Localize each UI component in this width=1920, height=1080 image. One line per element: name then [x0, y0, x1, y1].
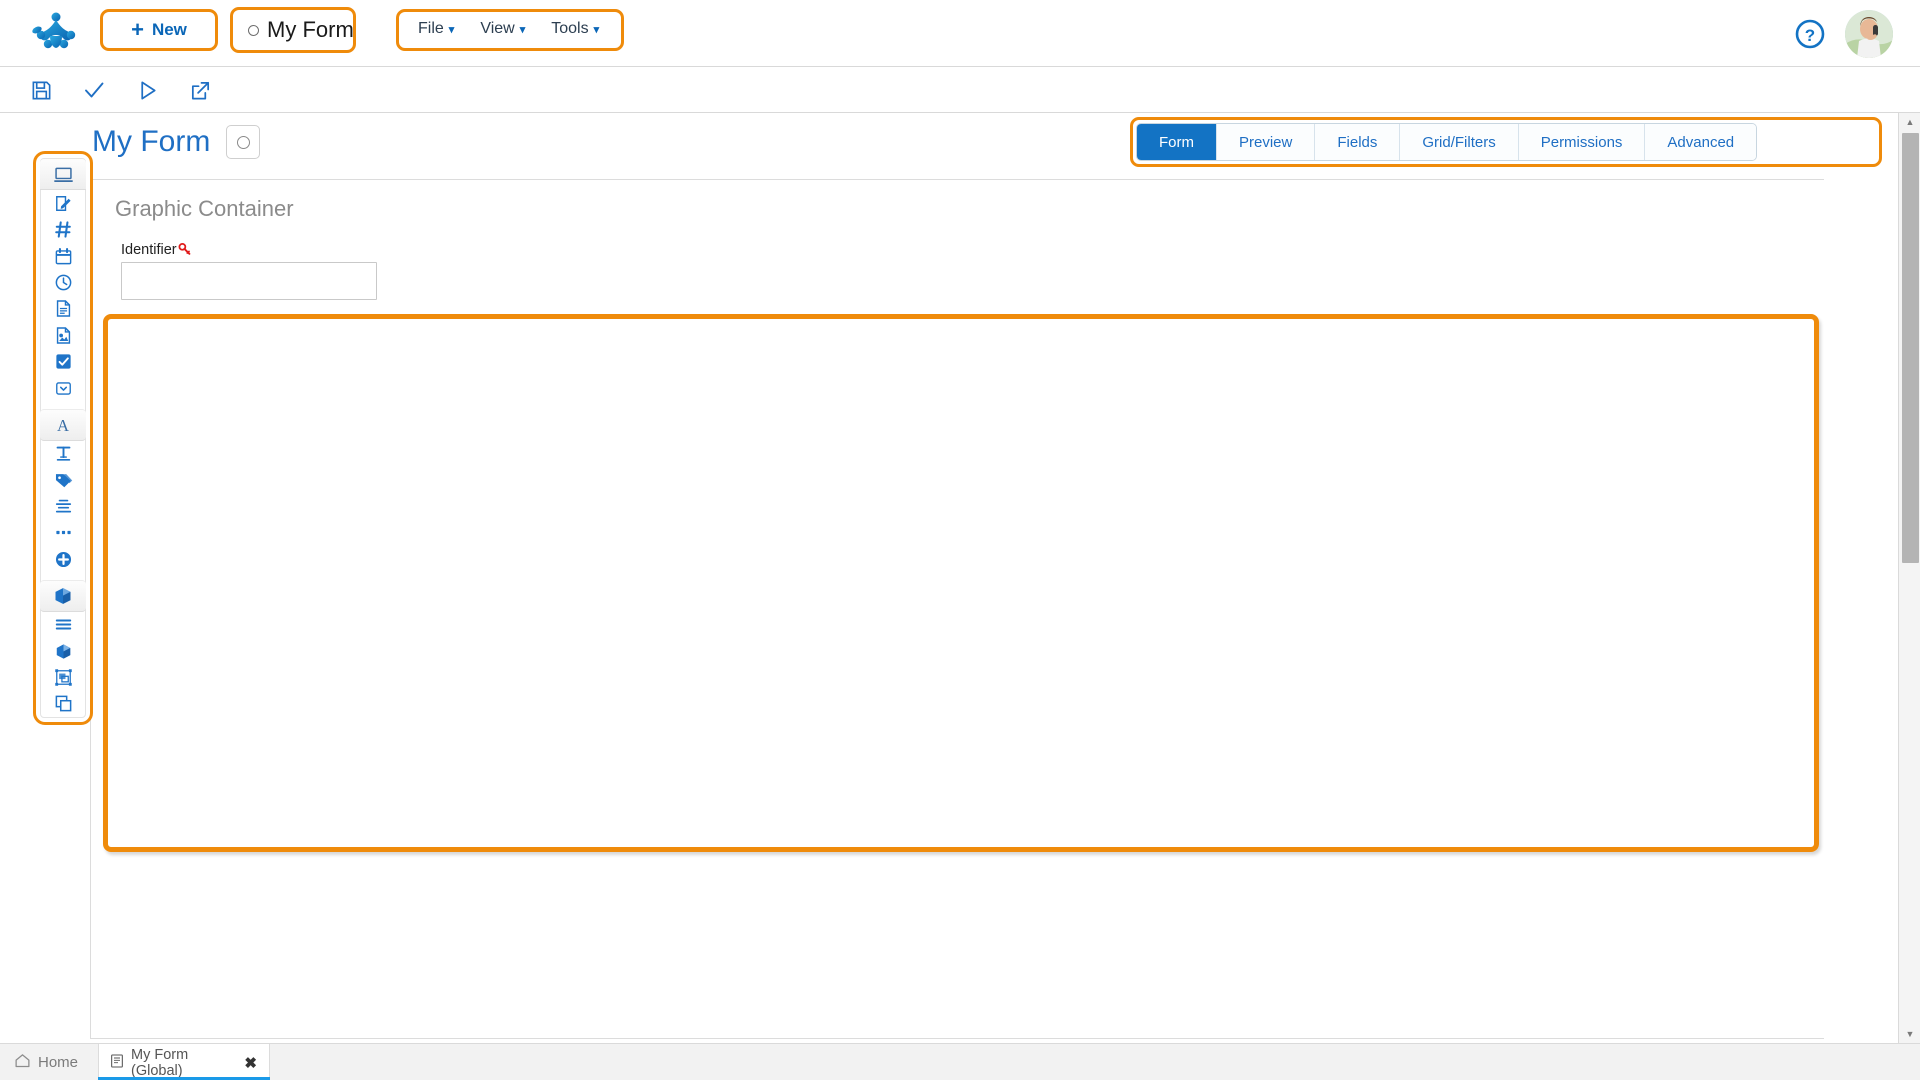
sidebar-item-calendar[interactable] [40, 243, 86, 269]
radio-icon [248, 25, 259, 36]
scrollbar-thumb[interactable] [1902, 133, 1919, 563]
sidebar-item-clock[interactable] [40, 269, 86, 295]
tab-permissions-label: Permissions [1541, 134, 1623, 151]
sidebar-item-ellipsis[interactable] [40, 520, 86, 546]
sidebar-item-edit-pencil[interactable] [40, 190, 86, 216]
widget-palette-sidebar: A [40, 158, 86, 718]
top-header: + New My Form File ▾ View ▾ Tools ▾ [0, 0, 1920, 67]
new-button[interactable]: + New [104, 12, 214, 48]
close-x-icon[interactable]: ✖ [244, 1054, 257, 1072]
sidebar-group-screen[interactable] [40, 159, 86, 190]
sidebar-item-number-hash[interactable] [40, 217, 86, 243]
sidebar-item-file-text[interactable] [40, 296, 86, 322]
tab-form-label: Form [1159, 134, 1194, 151]
form-canvas: Graphic Container Identifier [90, 179, 1824, 1039]
action-toolbar-buttons [14, 73, 227, 107]
sidebar-group-containers[interactable] [40, 580, 86, 612]
svg-text:A: A [57, 416, 69, 435]
scroll-down-arrow-icon[interactable]: ▼ [1899, 1025, 1920, 1043]
menu-tools-label: Tools [551, 20, 588, 38]
menu-file-label: File [418, 20, 444, 38]
view-tabs: Form Preview Fields Grid/Filters Permiss… [1136, 123, 1757, 161]
chevron-down-icon: ▾ [449, 23, 455, 36]
avatar[interactable] [1845, 10, 1893, 58]
sidebar-item-list-lines[interactable] [40, 612, 86, 638]
save-icon[interactable] [28, 77, 54, 103]
sidebar-item-group-select[interactable] [40, 664, 86, 690]
key-icon [178, 242, 192, 260]
frog-logo[interactable] [30, 8, 82, 58]
tab-grid-filters[interactable]: Grid/Filters [1400, 124, 1518, 160]
current-form-chip[interactable]: My Form [234, 10, 368, 50]
bottom-taskbar: Home My Form (Global) ✖ [0, 1043, 1920, 1080]
home-icon [14, 1052, 31, 1073]
play-icon[interactable] [134, 77, 160, 103]
sidebar-item-tags[interactable] [40, 467, 86, 493]
plus-icon: + [131, 19, 144, 41]
sidebar-item-cube-small[interactable] [40, 638, 86, 664]
menu-file[interactable]: File ▾ [418, 20, 454, 38]
chevron-down-icon: ▾ [520, 23, 526, 36]
identifier-input[interactable] [121, 262, 377, 300]
identifier-field-label: Identifier [121, 242, 192, 260]
menu-view-label: View [480, 20, 514, 38]
application-window: + New My Form File ▾ View ▾ Tools ▾ [0, 0, 1920, 1080]
scroll-up-arrow-icon[interactable]: ▲ [1899, 113, 1920, 131]
sidebar-item-add-circle[interactable] [40, 546, 86, 572]
graphic-container-title: Graphic Container [115, 196, 294, 222]
tab-advanced-label: Advanced [1667, 134, 1734, 151]
form-document-icon [109, 1053, 125, 1073]
page-title: My Form [92, 125, 210, 159]
menu-view[interactable]: View ▾ [480, 20, 525, 38]
taskbar-open-tab-label: My Form (Global) [131, 1047, 238, 1079]
taskbar-open-tab[interactable]: My Form (Global) ✖ [98, 1044, 270, 1080]
radio-toggle-icon [237, 136, 250, 149]
page-title-toggle[interactable] [226, 125, 260, 159]
sidebar-item-align-center[interactable] [40, 493, 86, 519]
sidebar-item-text-format[interactable] [40, 441, 86, 467]
menu-bar: File ▾ View ▾ Tools ▾ [400, 12, 617, 46]
chevron-down-icon: ▾ [594, 23, 600, 36]
taskbar-home-label: Home [38, 1054, 78, 1071]
sidebar-item-copy-layers[interactable] [40, 691, 86, 717]
tab-fields-label: Fields [1337, 134, 1377, 151]
sidebar-item-dropdown[interactable] [40, 375, 86, 401]
current-form-label: My Form [267, 17, 354, 43]
tab-permissions[interactable]: Permissions [1519, 124, 1646, 160]
tab-preview-label: Preview [1239, 134, 1292, 151]
menu-tools[interactable]: Tools ▾ [551, 20, 599, 38]
identifier-label-text: Identifier [121, 242, 177, 258]
help-circle-icon[interactable]: ? [1794, 18, 1826, 50]
open-external-icon[interactable] [187, 77, 213, 103]
check-icon[interactable] [81, 77, 107, 103]
action-toolbar [0, 67, 1920, 113]
tab-form[interactable]: Form [1137, 124, 1217, 160]
sidebar-item-file-image[interactable] [40, 322, 86, 348]
tab-grid-filters-label: Grid/Filters [1422, 134, 1495, 151]
svg-text:?: ? [1805, 26, 1815, 45]
new-button-label: New [152, 20, 187, 40]
taskbar-home-button[interactable]: Home [14, 1044, 78, 1080]
tab-advanced[interactable]: Advanced [1645, 124, 1756, 160]
tab-preview[interactable]: Preview [1217, 124, 1315, 160]
sidebar-group-text[interactable]: A [40, 409, 86, 441]
vertical-scrollbar[interactable]: ▲ ▼ [1898, 113, 1920, 1043]
page-title-row: My Form [92, 125, 260, 159]
tab-fields[interactable]: Fields [1315, 124, 1400, 160]
sidebar-item-checkbox[interactable] [40, 349, 86, 375]
page-body: My Form Form Preview Fields Grid/Filters… [0, 113, 1920, 1043]
